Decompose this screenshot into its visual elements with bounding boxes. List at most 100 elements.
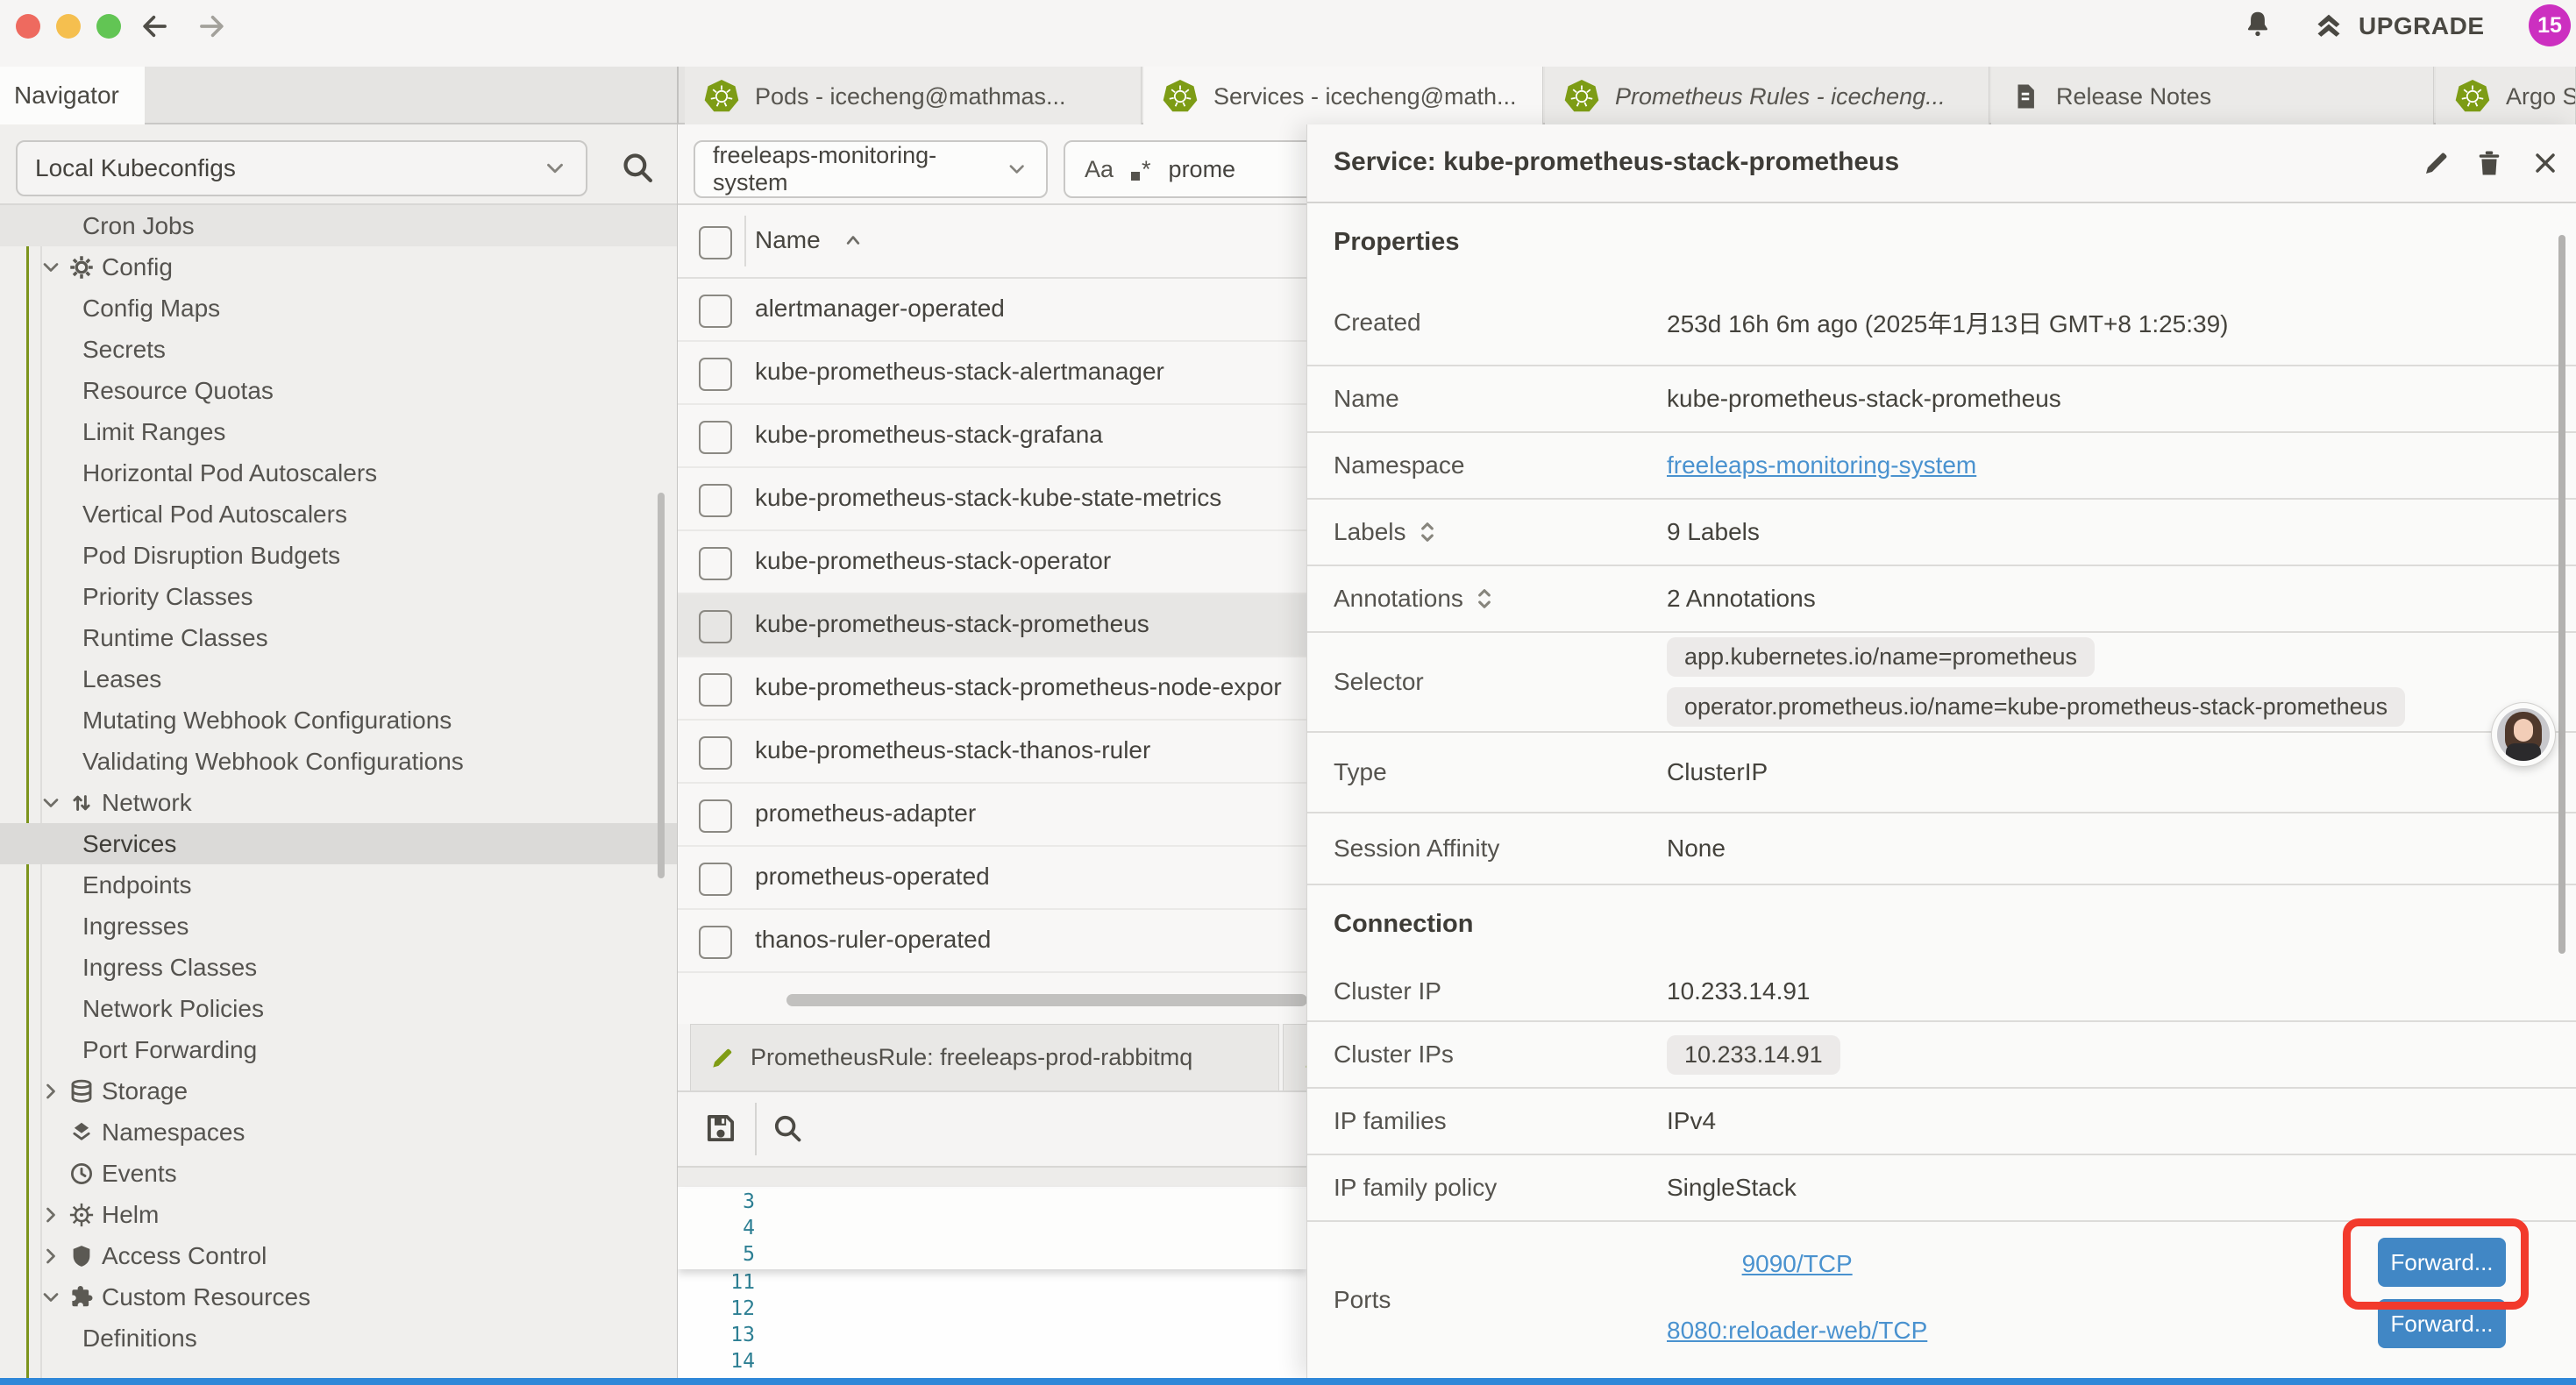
sidebar-item-network-policies[interactable]: Network Policies bbox=[0, 988, 677, 1029]
chevron-right-icon[interactable] bbox=[39, 1079, 63, 1104]
upgrade-button[interactable]: UPGRADE bbox=[2311, 0, 2485, 53]
edit-pencil-icon[interactable] bbox=[2421, 147, 2452, 179]
sidebar-scrollbar[interactable] bbox=[658, 493, 665, 878]
sidebar-item-access-control[interactable]: Access Control bbox=[0, 1235, 677, 1276]
chevron-right-icon[interactable] bbox=[39, 1244, 63, 1268]
sidebar-item-resource-quotas[interactable]: Resource Quotas bbox=[0, 370, 677, 411]
sidebar-item-services[interactable]: Services bbox=[0, 823, 677, 864]
sidebar-item-mutating-webhook-configurations[interactable]: Mutating Webhook Configurations bbox=[0, 700, 677, 741]
service-row-alertmanager-operated[interactable]: alertmanager-operated bbox=[678, 279, 1306, 342]
row-checkbox[interactable] bbox=[699, 484, 732, 517]
editor-tab-prometheusrule[interactable]: PrometheusRule: freeleaps-prod-rabbitmq bbox=[690, 1024, 1279, 1090]
sidebar-item-pod-disruption-budgets[interactable]: Pod Disruption Budgets bbox=[0, 535, 677, 576]
forward-button-1[interactable]: Forward... bbox=[2378, 1238, 2506, 1287]
row-checkbox[interactable] bbox=[699, 799, 732, 833]
name-column-header[interactable]: Name bbox=[755, 226, 821, 254]
row-checkbox[interactable] bbox=[699, 863, 732, 896]
detail-scrollbar[interactable] bbox=[2558, 235, 2565, 954]
namespace-link[interactable]: freeleaps-monitoring-system bbox=[1667, 451, 1976, 479]
chevron-right-icon[interactable] bbox=[39, 1203, 63, 1227]
services-search-input[interactable]: Aa * prome bbox=[1064, 140, 1306, 198]
tab-navigator[interactable]: Navigator bbox=[0, 67, 145, 124]
close-icon[interactable] bbox=[2530, 147, 2561, 179]
sidebar-search-icon[interactable] bbox=[619, 149, 656, 186]
sidebar-item-validating-webhook-configurations[interactable]: Validating Webhook Configurations bbox=[0, 741, 677, 782]
regex-toggle[interactable]: * bbox=[1131, 156, 1151, 183]
row-checkbox[interactable] bbox=[699, 358, 732, 391]
sidebar-item-limit-ranges[interactable]: Limit Ranges bbox=[0, 411, 677, 452]
notifications-bell-icon[interactable] bbox=[2241, 8, 2274, 41]
port-link-9090-tcp[interactable]: 9090/TCP bbox=[1742, 1250, 1853, 1278]
editor-search-icon[interactable] bbox=[771, 1112, 804, 1145]
tab-argo-se[interactable]: Argo Se bbox=[2436, 67, 2576, 126]
annotations-value[interactable]: 2 Annotations bbox=[1667, 566, 1816, 631]
sidebar-item-secrets[interactable]: Secrets bbox=[0, 329, 677, 370]
kubeconfig-select[interactable]: Local Kubeconfigs bbox=[16, 140, 587, 196]
port-link-8080-reloader-web-tcp[interactable]: 8080:reloader-web/TCP bbox=[1667, 1317, 1927, 1345]
row-checkbox[interactable] bbox=[699, 736, 732, 770]
sidebar-item-config[interactable]: Config bbox=[0, 246, 677, 288]
sidebar-item-namespaces[interactable]: Namespaces bbox=[0, 1112, 677, 1153]
row-checkbox[interactable] bbox=[699, 547, 732, 580]
service-row-kube-prometheus-stack-prometheus-node-expor[interactable]: kube-prometheus-stack-prometheus-node-ex… bbox=[678, 657, 1306, 721]
editor-tab-next[interactable] bbox=[1283, 1024, 1306, 1090]
service-row-kube-prometheus-stack-alertmanager[interactable]: kube-prometheus-stack-alertmanager bbox=[678, 342, 1306, 405]
save-icon[interactable] bbox=[702, 1110, 739, 1147]
row-checkbox[interactable] bbox=[699, 421, 732, 454]
sidebar-item-ingress-classes[interactable]: Ingress Classes bbox=[0, 947, 677, 988]
sidebar-item-vertical-pod-autoscalers[interactable]: Vertical Pod Autoscalers bbox=[0, 494, 677, 535]
close-window-button[interactable] bbox=[16, 14, 40, 39]
forward-arrow-icon[interactable] bbox=[195, 10, 228, 43]
service-row-kube-prometheus-stack-operator[interactable]: kube-prometheus-stack-operator bbox=[678, 531, 1306, 594]
sort-ascending-caret-icon[interactable] bbox=[841, 228, 865, 252]
row-checkbox[interactable] bbox=[699, 295, 732, 328]
sidebar-item-runtime-classes[interactable]: Runtime Classes bbox=[0, 617, 677, 658]
row-checkbox[interactable] bbox=[699, 610, 732, 643]
row-checkbox[interactable] bbox=[699, 926, 732, 959]
row-checkbox[interactable] bbox=[699, 673, 732, 707]
notification-count-badge[interactable]: 15 bbox=[2529, 4, 2571, 46]
match-case-toggle[interactable]: Aa bbox=[1085, 156, 1114, 183]
tab-pods-icecheng-mathmas[interactable]: Pods - icecheng@mathmas... bbox=[685, 67, 1142, 126]
sidebar-item-events[interactable]: Events bbox=[0, 1153, 677, 1194]
user-avatar[interactable] bbox=[2492, 703, 2555, 766]
sidebar-item-endpoints[interactable]: Endpoints bbox=[0, 864, 677, 906]
service-row-prometheus-operated[interactable]: prometheus-operated bbox=[678, 847, 1306, 910]
sidebar-item-horizontal-pod-autoscalers[interactable]: Horizontal Pod Autoscalers bbox=[0, 452, 677, 494]
table-horizontal-scrollbar[interactable] bbox=[786, 994, 1306, 1006]
service-row-kube-prometheus-stack-thanos-ruler[interactable]: kube-prometheus-stack-thanos-ruler bbox=[678, 721, 1306, 784]
sidebar-item-leases[interactable]: Leases bbox=[0, 658, 677, 700]
minimize-window-button[interactable] bbox=[56, 14, 81, 39]
tab-release-notes[interactable]: Release Notes bbox=[1991, 67, 2434, 126]
service-row-kube-prometheus-stack-prometheus[interactable]: kube-prometheus-stack-prometheus bbox=[678, 594, 1306, 657]
forward-button-2[interactable]: Forward... bbox=[2378, 1299, 2506, 1348]
sidebar-item-priority-classes[interactable]: Priority Classes bbox=[0, 576, 677, 617]
service-row-kube-prometheus-stack-grafana[interactable]: kube-prometheus-stack-grafana bbox=[678, 405, 1306, 468]
maximize-window-button[interactable] bbox=[96, 14, 121, 39]
service-row-prometheus-adapter[interactable]: prometheus-adapter bbox=[678, 784, 1306, 847]
service-row-thanos-ruler-operated[interactable]: thanos-ruler-operated bbox=[678, 910, 1306, 973]
sidebar-item-helm[interactable]: Helm bbox=[0, 1194, 677, 1235]
sidebar-item-definitions[interactable]: Definitions bbox=[0, 1318, 677, 1359]
back-arrow-icon[interactable] bbox=[139, 10, 172, 43]
sort-updown-icon[interactable] bbox=[1474, 586, 1495, 612]
namespace-filter-select[interactable]: freeleaps-monitoring-system bbox=[694, 140, 1048, 198]
sidebar-item-port-forwarding[interactable]: Port Forwarding bbox=[0, 1029, 677, 1070]
chevron-down-icon[interactable] bbox=[39, 791, 63, 815]
sidebar-item-storage[interactable]: Storage bbox=[0, 1070, 677, 1112]
chevron-down-icon[interactable] bbox=[39, 1285, 63, 1310]
tab-services-icecheng-math[interactable]: Services - icecheng@math... bbox=[1143, 67, 1543, 126]
sidebar-item-network[interactable]: Network bbox=[0, 782, 677, 823]
chevron-down-icon[interactable] bbox=[39, 255, 63, 280]
sidebar-item-custom-resources[interactable]: Custom Resources bbox=[0, 1276, 677, 1318]
sort-updown-icon[interactable] bbox=[1417, 519, 1438, 545]
sidebar-item-config-maps[interactable]: Config Maps bbox=[0, 288, 677, 329]
tab-prometheus-rules-icecheng[interactable]: Prometheus Rules - icecheng... bbox=[1545, 67, 1989, 126]
labels-value[interactable]: 9 Labels bbox=[1667, 500, 1760, 565]
yaml-editor[interactable]: 110","for":"1m","labels":{"service":"12M… bbox=[678, 1187, 1306, 1378]
select-all-checkbox[interactable] bbox=[699, 226, 732, 259]
sidebar-item-ingresses[interactable]: Ingresses bbox=[0, 906, 677, 947]
service-row-kube-prometheus-stack-kube-state-metrics[interactable]: kube-prometheus-stack-kube-state-metrics bbox=[678, 468, 1306, 531]
sidebar-item-cron-jobs[interactable]: Cron Jobs bbox=[0, 205, 677, 246]
delete-trash-icon[interactable] bbox=[2473, 147, 2505, 179]
